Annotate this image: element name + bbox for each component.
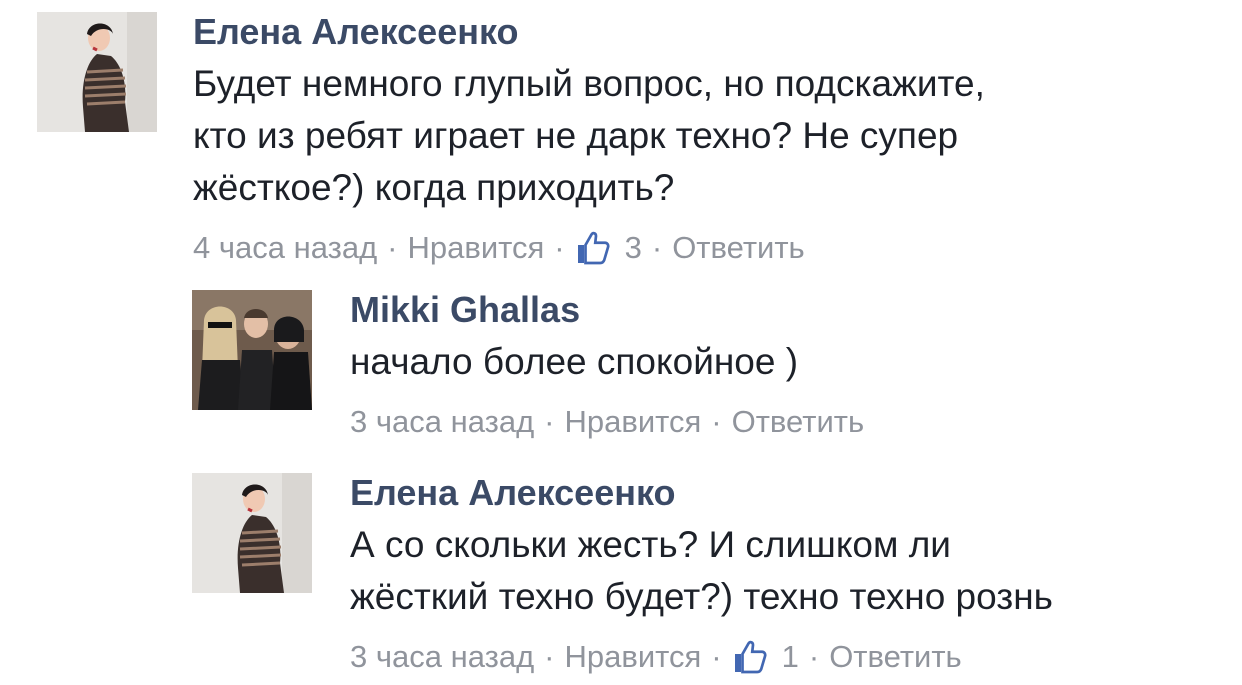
separator-dot: ·: [808, 639, 820, 674]
comment-author[interactable]: Елена Алексеенко: [350, 473, 1053, 513]
avatar-photo: [192, 473, 312, 593]
comment-timestamp[interactable]: 3 часа назад: [350, 637, 534, 677]
comment-timestamp[interactable]: 3 часа назад: [350, 402, 534, 442]
like-button[interactable]: Нравится: [564, 637, 701, 677]
separator-dot: ·: [651, 230, 663, 265]
separator-dot: ·: [387, 230, 398, 265]
separator-dot: ·: [711, 639, 722, 674]
like-button[interactable]: Нравится: [564, 402, 701, 442]
avatar[interactable]: [37, 12, 157, 132]
comment-meta: 4 часа назад · Нравится · 3 · Ответить: [193, 228, 985, 268]
comment-meta: 3 часа назад · Нравится · 1 · Ответить: [350, 637, 1053, 677]
comment-text-line: жёсткое?) когда приходить?: [193, 167, 675, 208]
like-count[interactable]: 1: [782, 637, 799, 677]
comment-text-line: А со скольки жесть? И слишком ли: [350, 524, 951, 565]
separator-dot: ·: [554, 230, 565, 265]
comment-author[interactable]: Елена Алексеенко: [193, 12, 985, 52]
comment-text: Будет немного глупый вопрос, но подскажи…: [193, 58, 985, 214]
thumbs-up-icon[interactable]: [732, 639, 768, 675]
avatar-photo: [37, 12, 157, 132]
avatar[interactable]: [192, 290, 312, 410]
avatar[interactable]: [192, 473, 312, 593]
like-count[interactable]: 3: [625, 228, 642, 268]
comment-text-line: жёсткий техно будет?) техно техно рознь: [350, 576, 1053, 617]
comment-text-line: Будет немного глупый вопрос, но подскажи…: [193, 63, 985, 104]
avatar-photo: [192, 290, 312, 410]
comment-meta: 3 часа назад · Нравится · Ответить: [350, 402, 864, 442]
comment-timestamp[interactable]: 4 часа назад: [193, 228, 377, 268]
thumbs-up-icon[interactable]: [575, 230, 611, 266]
comment-text-line: кто из ребят играет не дарк техно? Не су…: [193, 115, 959, 156]
reply-button[interactable]: Ответить: [732, 402, 865, 442]
comment-text: А со скольки жесть? И слишком ли жёсткий…: [350, 519, 1053, 623]
separator-dot: ·: [544, 404, 555, 439]
reply-button[interactable]: Ответить: [829, 637, 962, 677]
like-button[interactable]: Нравится: [407, 228, 544, 268]
separator-dot: ·: [544, 639, 555, 674]
reply-button[interactable]: Ответить: [672, 228, 805, 268]
comment-text: начало более спокойное ): [350, 336, 864, 388]
comment-text-line: начало более спокойное ): [350, 341, 799, 382]
comment-author[interactable]: Mikki Ghallas: [350, 290, 864, 330]
separator-dot: ·: [711, 404, 722, 439]
